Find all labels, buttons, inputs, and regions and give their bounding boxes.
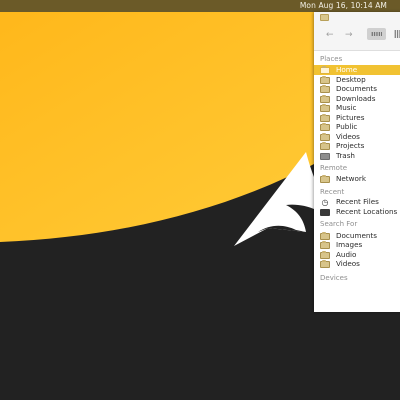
grid-icon — [371, 32, 382, 36]
folder-icon — [320, 251, 330, 259]
sidebar-item-home[interactable]: Home — [314, 65, 400, 75]
folder-icon — [320, 95, 330, 103]
sidebar-item-network[interactable]: Network — [314, 174, 400, 184]
file-manager-toolbar: ← → — [314, 22, 400, 51]
sidebar-item-public[interactable]: Public — [314, 122, 400, 132]
file-manager-window: ← → Places Home Desktop Documents Downlo… — [314, 12, 400, 312]
back-arrow-icon[interactable]: ← — [326, 30, 334, 40]
sidebar-item-trash[interactable]: Trash — [314, 151, 400, 161]
section-header-recent: Recent — [320, 188, 345, 196]
folder-icon — [320, 133, 330, 141]
sidebar-item-projects[interactable]: Projects — [314, 141, 400, 151]
home-folder-icon — [320, 66, 330, 74]
sidebar-item-label: Documents — [336, 84, 377, 93]
sidebar-item-label: Videos — [336, 259, 360, 268]
view-options-icon[interactable] — [394, 30, 400, 38]
sidebar-item-label: Trash — [336, 151, 355, 160]
folder-icon — [320, 114, 330, 122]
sidebar-item-search-images[interactable]: Images — [314, 240, 400, 250]
sidebar-item-label: Recent Files — [336, 197, 379, 206]
server-icon — [320, 209, 330, 216]
sidebar-item-label: Home — [336, 65, 358, 74]
places-sidebar: Places Home Desktop Documents Downloads … — [314, 50, 400, 312]
folder-icon — [320, 85, 330, 93]
section-header-remote: Remote — [320, 164, 348, 172]
folder-icon — [320, 232, 330, 240]
top-panel: Mon Aug 16, 10:14 AM — [0, 0, 400, 12]
section-header-places: Places — [320, 55, 343, 63]
window-titlebar[interactable] — [314, 12, 400, 22]
folder-icon — [320, 175, 330, 183]
panel-clock[interactable]: Mon Aug 16, 10:14 AM — [300, 0, 387, 12]
forward-arrow-icon[interactable]: → — [345, 30, 353, 40]
folder-icon — [320, 241, 330, 249]
folder-icon — [320, 123, 330, 131]
folder-icon — [320, 14, 329, 21]
sidebar-item-music[interactable]: Music — [314, 103, 400, 113]
sidebar-item-label: Public — [336, 122, 358, 131]
sidebar-item-label: Network — [336, 174, 367, 183]
sidebar-item-label: Music — [336, 103, 357, 112]
sidebar-item-label: Images — [336, 240, 363, 249]
sidebar-item-recent-files[interactable]: ◷ Recent Files — [314, 197, 400, 207]
folder-icon — [320, 142, 330, 150]
trash-icon — [320, 153, 330, 160]
sidebar-item-label: Recent Locations — [336, 207, 398, 216]
folder-icon — [320, 104, 330, 112]
folder-icon — [320, 260, 330, 268]
folder-icon — [320, 76, 330, 84]
sidebar-item-label: Projects — [336, 141, 365, 150]
sidebar-item-documents[interactable]: Documents — [314, 84, 400, 94]
section-header-devices: Devices — [320, 274, 348, 282]
section-header-search-for: Search For — [320, 220, 358, 228]
clock-icon: ◷ — [321, 198, 329, 207]
grid-view-button[interactable] — [367, 28, 386, 40]
sidebar-item-recent-locations[interactable]: Recent Locations — [314, 207, 400, 217]
sidebar-item-search-videos[interactable]: Videos — [314, 259, 400, 269]
